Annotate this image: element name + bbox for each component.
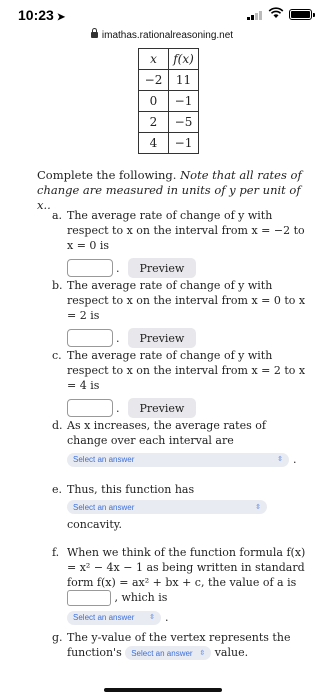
table-cell: −1 — [168, 90, 199, 112]
chevron-updown-icon: ⇳ — [255, 503, 261, 511]
preview-button-c[interactable]: Preview — [127, 398, 197, 418]
table-header-row: x f(x) — [138, 48, 199, 70]
question-letter: d. — [52, 419, 63, 432]
select-d[interactable]: Select an answer ⇳ — [67, 452, 289, 467]
table-header-x: x — [138, 48, 169, 70]
select-label: Select an answer — [73, 455, 135, 464]
question-text: The average rate of change of y with res… — [67, 279, 306, 322]
status-bar: 10:23 ➤ — [0, 0, 324, 30]
answer-input-a[interactable] — [67, 259, 113, 277]
location-arrow-icon: ➤ — [56, 12, 66, 23]
question-f: f. When we think of the function formula… — [52, 546, 306, 625]
table-cell: 0 — [138, 90, 169, 112]
preview-button-a[interactable]: Preview — [127, 258, 197, 278]
question-text: , which is — [114, 591, 168, 604]
chevron-updown-icon: ⇳ — [149, 614, 155, 621]
url-text: imathas.rationalreasoning.net — [101, 30, 234, 41]
question-text: When we think of the function formula f(… — [67, 546, 306, 589]
question-d: d. As x increases, the average rates of … — [52, 418, 307, 467]
question-text: As x increases, the average rates of cha… — [67, 419, 266, 447]
question-b: b. The average rate of change of y with … — [52, 278, 307, 348]
question-text-after: concavity. — [67, 518, 122, 531]
question-text: value. — [214, 646, 249, 659]
select-e[interactable]: Select an answer ⇳ — [67, 500, 267, 514]
question-e: e. Thus, this function has Select an ans… — [52, 482, 307, 532]
preview-button-b[interactable]: Preview — [127, 328, 197, 348]
signal-icon — [247, 10, 262, 20]
question-g: g. The y-value of the vertex represents … — [52, 630, 307, 660]
select-label: Select an answer — [73, 613, 135, 622]
question-letter: c. — [52, 349, 62, 362]
instructions-text: Complete the following. — [37, 168, 177, 182]
lock-icon — [90, 28, 98, 38]
question-letter: f. — [52, 546, 60, 559]
table-header-fx: f(x) — [168, 48, 199, 70]
question-letter: g. — [52, 631, 63, 644]
table-row: −2 11 — [138, 69, 199, 91]
wifi-icon — [268, 7, 284, 18]
question-a: a. The average rate of change of y with … — [52, 208, 307, 278]
answer-input-b[interactable] — [67, 329, 113, 347]
question-letter: b. — [52, 279, 63, 292]
chevron-updown-icon: ⇳ — [199, 649, 206, 657]
select-f[interactable]: Select an answer ⇳ — [67, 610, 161, 625]
question-letter: e. — [52, 483, 63, 496]
select-label: Select an answer — [131, 648, 193, 658]
question-text: Thus, this function has — [67, 483, 195, 496]
table-row: 2 −5 — [138, 111, 199, 133]
table-cell: 2 — [138, 111, 169, 133]
question-text: The average rate of change of y with res… — [67, 209, 305, 252]
question-text: The average rate of change of y with res… — [67, 349, 306, 392]
select-label: Select an answer — [73, 502, 135, 512]
table-cell: 4 — [138, 132, 169, 154]
answer-input-f[interactable] — [67, 590, 111, 606]
question-letter: a. — [52, 209, 63, 222]
battery-icon — [289, 9, 315, 20]
function-table: x f(x) −2 11 0 −1 2 −5 4 −1 — [138, 48, 199, 154]
table-cell: 11 — [168, 69, 199, 91]
table-cell: −1 — [168, 132, 199, 154]
address-bar[interactable]: imathas.rationalreasoning.net — [0, 28, 324, 48]
clock: 10:23 ➤ — [18, 7, 66, 23]
question-c: c. The average rate of change of y with … — [52, 348, 307, 418]
table-cell: −2 — [138, 69, 169, 91]
answer-input-c[interactable] — [67, 399, 113, 417]
home-indicator[interactable] — [104, 688, 222, 692]
table-row: 4 −1 — [138, 132, 199, 154]
instructions: Complete the following. Note that all ra… — [37, 168, 307, 213]
select-g[interactable]: Select an answer ⇳ — [125, 646, 212, 660]
table-cell: −5 — [168, 111, 199, 133]
table-row: 0 −1 — [138, 90, 199, 112]
chevron-updown-icon: ⇳ — [277, 456, 283, 463]
